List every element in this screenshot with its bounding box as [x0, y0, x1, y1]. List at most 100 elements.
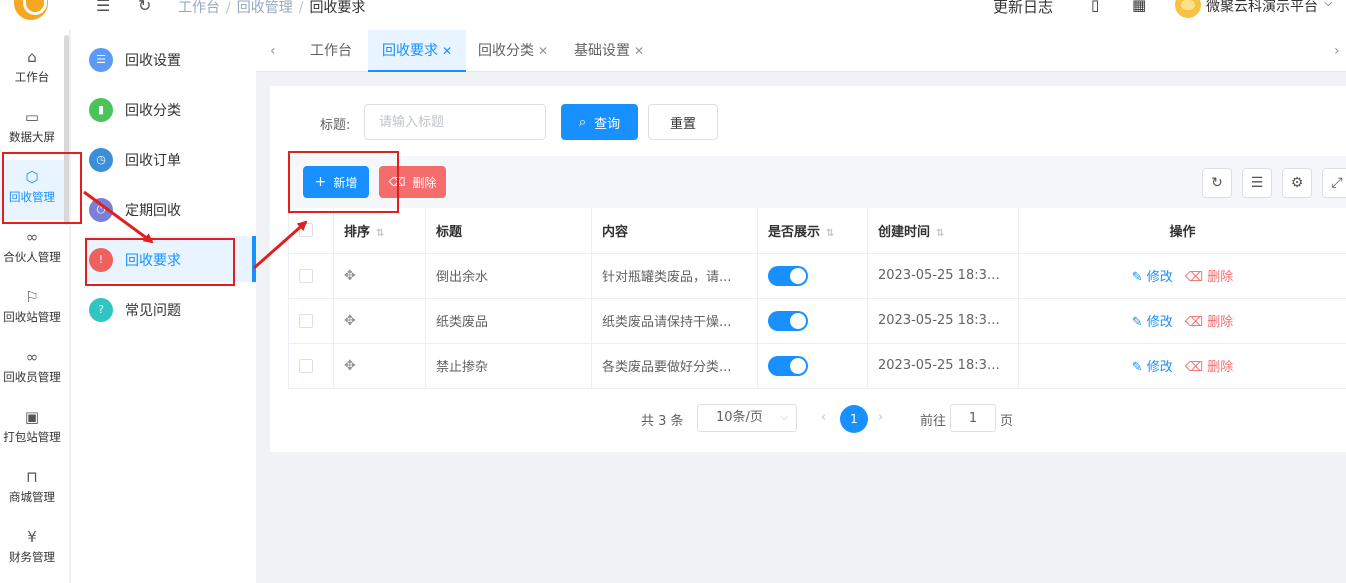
edit-button[interactable]: ✎ 修改 [1132, 315, 1173, 330]
sort-icon[interactable]: ⇅ [376, 228, 384, 239]
left-nav: ⌂ 工作台 ▭ 数据大屏 ⬡ 回收管理 ∞ 合伙人管理 ⚐ 回收站管理 ∞ 回收员管理 ▣ 打… [0, 30, 70, 583]
flag-icon: ⚐ [25, 288, 39, 306]
tab-basic-settings[interactable]: 基础设置 ✕ [574, 30, 644, 72]
page-size-select[interactable]: 10条/页 ⌵ [697, 404, 797, 432]
power-icon: ⏻ [89, 198, 113, 222]
edit-button[interactable]: ✎ 修改 [1132, 270, 1173, 285]
query-button[interactable]: ⌕ 查询 [561, 104, 638, 140]
column-header-title: 标题 [425, 208, 592, 254]
goto-label: 前往 [920, 414, 947, 429]
breadcrumb-item[interactable]: 工作台 [178, 0, 220, 16]
annotation-box-submenu [85, 238, 235, 286]
link-icon: ∞ [25, 228, 39, 246]
column-header-sort[interactable]: 排序 ⇅ [333, 208, 426, 254]
prev-page-icon[interactable]: ‹ [821, 410, 826, 425]
annotation-box-add [288, 151, 399, 213]
bag-icon: ⊓ [26, 468, 38, 486]
close-icon[interactable]: ✕ [442, 44, 452, 58]
title-filter-label: 标题: [320, 118, 351, 133]
breadcrumb-item[interactable]: 回收管理 [237, 0, 293, 16]
sub-item-faq[interactable]: ? 常见问题 [89, 290, 256, 330]
breadcrumb-current: 回收要求 [309, 0, 366, 16]
row-title: 禁止掺杂 [425, 343, 592, 389]
refresh-table-icon[interactable]: ↻ [1202, 168, 1232, 198]
tab-recycle-category[interactable]: 回收分类 ✕ [478, 30, 548, 72]
chevron-down-icon[interactable]: ⌵ [1324, 0, 1332, 10]
close-icon[interactable]: ✕ [634, 44, 644, 58]
sub-item-recycle-settings[interactable]: ☰ 回收设置 [89, 40, 256, 80]
tab-recycle-requirements[interactable]: 回收要求 ✕ [368, 30, 467, 72]
package-icon: ▣ [24, 408, 40, 426]
column-settings-icon[interactable]: ⚙ [1282, 168, 1312, 198]
edit-icon: ✎ [1131, 315, 1147, 330]
tabs-bar: ‹ 工作台 回收要求 ✕ 回收分类 ✕ 基础设置 ✕ › [256, 30, 1346, 72]
edit-icon: ✎ [1131, 270, 1147, 285]
tabs-scroll-left-icon[interactable]: ‹ [270, 30, 276, 72]
sort-icon[interactable]: ⇅ [936, 228, 944, 239]
breadcrumb: 工作台 / 回收管理 / 回收要求 [178, 0, 366, 16]
column-header-created[interactable]: 创建时间 ⇅ [867, 208, 1019, 254]
table-toolbar [288, 156, 1346, 208]
logo [14, 0, 48, 20]
row-checkbox[interactable] [299, 358, 313, 373]
nav-item-dashboard[interactable]: ▭ 数据大屏 [0, 100, 64, 160]
show-toggle[interactable] [768, 310, 808, 331]
menu-fold-icon[interactable]: ☰ [96, 0, 110, 15]
yen-icon: ¥ [27, 528, 37, 546]
nav-item-station-management[interactable]: ⚐ 回收站管理 [0, 280, 64, 340]
row-delete-button[interactable]: ⌫ 删除 [1185, 315, 1234, 330]
monitor-icon: ▭ [24, 108, 40, 126]
nav-item-collector-management[interactable]: ∞ 回收员管理 [0, 340, 64, 400]
question-icon: ? [89, 298, 113, 322]
qrcode-icon[interactable]: ▦ [1132, 0, 1146, 14]
search-icon: ⌕ [578, 114, 587, 130]
row-checkbox[interactable] [299, 313, 313, 328]
nav-item-mall-management[interactable]: ⊓ 商城管理 [0, 460, 64, 520]
edit-button[interactable]: ✎ 修改 [1132, 360, 1173, 375]
account-name[interactable]: 微聚云科演示平台 [1206, 0, 1318, 16]
avatar[interactable] [1175, 0, 1201, 18]
document-icon[interactable]: ▯ [1091, 0, 1099, 14]
nav-item-workbench[interactable]: ⌂ 工作台 [0, 40, 64, 100]
nav-item-finance-management[interactable]: ¥ 财务管理 [0, 520, 64, 580]
refresh-icon[interactable]: ↻ [138, 0, 151, 15]
settings-icon: ☰ [89, 48, 113, 72]
top-header: ☰ ↻ 工作台 / 回收管理 / 回收要求 更新日志 ▯ ▦ 微聚云科演示平台 ⌵ [0, 0, 1346, 30]
sub-item-recycle-orders[interactable]: ◷ 回收订单 [89, 140, 256, 180]
title-search-input[interactable] [364, 104, 546, 140]
row-checkbox[interactable] [299, 268, 313, 283]
sub-item-recycle-category[interactable]: ▮ 回收分类 [89, 90, 256, 130]
nav-item-partner-management[interactable]: ∞ 合伙人管理 [0, 220, 64, 280]
infinity-icon: ∞ [25, 348, 39, 366]
table-row: ✥ 纸类废品 纸类废品请保持干燥... 2023-05-25 18:30:...… [288, 298, 1346, 344]
row-content: 各类废品要做好分类... [591, 343, 758, 389]
next-page-icon[interactable]: › [878, 410, 883, 425]
row-created-time: 2023-05-25 18:31:... [867, 343, 1019, 389]
sub-item-scheduled-recycle[interactable]: ⏻ 定期回收 [89, 190, 256, 230]
fullscreen-icon[interactable]: ⤢ [1322, 168, 1346, 198]
page-number-current[interactable]: 1 [840, 405, 868, 433]
tab-workbench[interactable]: 工作台 [310, 30, 352, 72]
goto-page-input[interactable] [950, 404, 996, 432]
drag-handle-icon[interactable]: ✥ [344, 313, 356, 329]
close-icon[interactable]: ✕ [538, 44, 548, 58]
drag-handle-icon[interactable]: ✥ [344, 358, 356, 374]
row-delete-button[interactable]: ⌫ 删除 [1185, 360, 1234, 375]
sort-icon[interactable]: ⇅ [826, 228, 834, 239]
show-toggle[interactable] [768, 355, 808, 376]
requirements-table: 排序 ⇅ 标题 内容 是否展示 ⇅ 创建时间 ⇅ 操作 ✥ 倒出余水 针对瓶罐类废品，… [288, 208, 1346, 389]
show-toggle[interactable] [768, 265, 808, 286]
density-icon[interactable]: ☰ [1242, 168, 1272, 198]
trash-icon: ⌫ [1184, 360, 1208, 375]
column-header-show[interactable]: 是否展示 ⇅ [757, 208, 868, 254]
tabs-scroll-right-icon[interactable]: › [1334, 30, 1340, 72]
reset-button[interactable]: 重置 [648, 104, 718, 140]
select-all-checkbox[interactable] [299, 223, 313, 238]
drag-handle-icon[interactable]: ✥ [344, 268, 356, 284]
row-delete-button[interactable]: ⌫ 删除 [1185, 270, 1234, 285]
clock-icon: ◷ [89, 148, 113, 172]
nav-item-packing-station[interactable]: ▣ 打包站管理 [0, 400, 64, 460]
annotation-box-nav [2, 152, 82, 224]
changelog-link[interactable]: 更新日志 [993, 0, 1053, 17]
sub-menu: ☰ 回收设置 ▮ 回收分类 ◷ 回收订单 ⏻ 定期回收 ! 回收要求 ? 常见问题 [71, 30, 256, 583]
